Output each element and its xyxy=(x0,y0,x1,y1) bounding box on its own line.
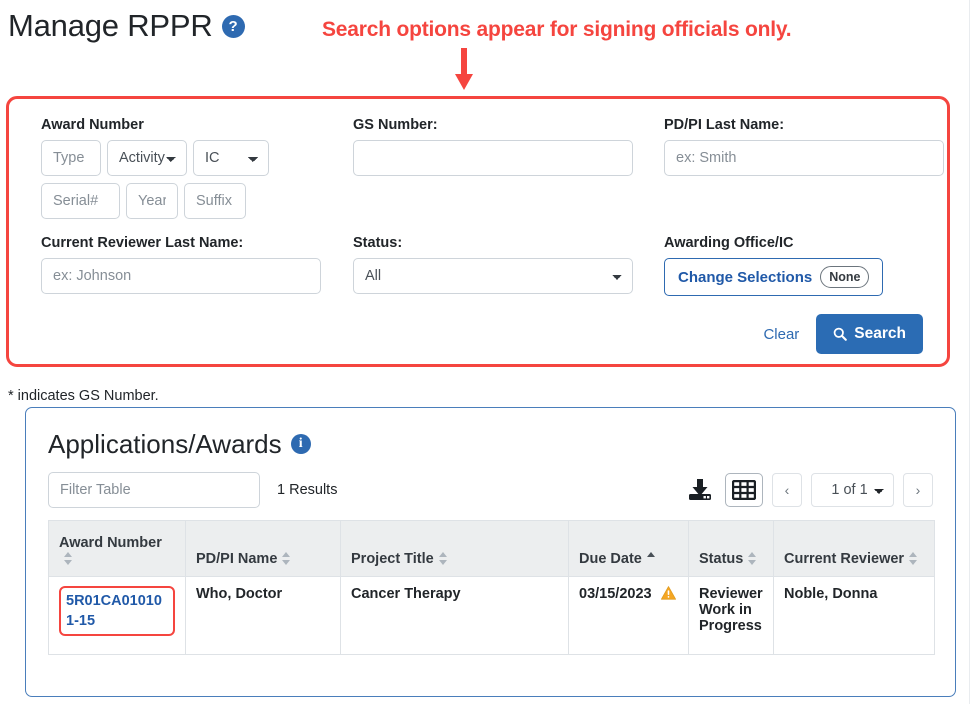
current-reviewer-input[interactable] xyxy=(41,258,321,294)
search-button-label: Search xyxy=(854,325,906,342)
pdpi-last-name-group: PD/PI Last Name: xyxy=(664,117,944,176)
awarding-office-label: Awarding Office/IC xyxy=(664,235,794,251)
award-number-label: Award Number xyxy=(41,117,144,133)
sort-caret-icon xyxy=(282,552,291,565)
table-toolbar: 1 Results xyxy=(48,472,933,508)
due-date-value: 03/15/2023 xyxy=(579,586,652,602)
award-ic-select[interactable]: IC xyxy=(193,140,269,176)
help-circle-icon[interactable]: ? xyxy=(221,14,245,38)
page-select[interactable]: 1 of 1 xyxy=(811,473,894,507)
table-header-row: Award Number PD/PI Name Project Title Du… xyxy=(48,520,935,577)
sort-caret-icon xyxy=(909,552,918,565)
annotation-text: Search options appear for signing offici… xyxy=(322,18,792,41)
table-view-button[interactable] xyxy=(725,473,763,507)
award-year-input[interactable] xyxy=(126,183,178,219)
applications-awards-panel: Applications/Awards i 1 Results xyxy=(25,407,956,697)
column-header-status[interactable]: Status xyxy=(688,520,774,577)
award-serial-input[interactable] xyxy=(41,183,120,219)
page-title: Manage RPPR xyxy=(8,8,213,43)
clear-button[interactable]: Clear xyxy=(763,326,799,343)
pdpi-last-name-input[interactable] xyxy=(664,140,944,176)
sort-caret-icon xyxy=(64,552,73,565)
column-label: Current Reviewer xyxy=(784,551,905,567)
sort-caret-icon xyxy=(438,552,448,565)
current-reviewer-group: Current Reviewer Last Name: xyxy=(41,235,321,294)
table-row: 5R01CA010101-15 Who, Doctor Cancer Thera… xyxy=(48,576,935,655)
search-actions: Clear Search xyxy=(763,314,923,354)
results-header: Applications/Awards i xyxy=(48,428,933,460)
gs-number-label: GS Number: xyxy=(353,117,438,133)
sort-caret-asc-icon xyxy=(646,552,656,565)
applications-awards-table: Award Number PD/PI Name Project Title Du… xyxy=(48,520,935,655)
award-number-group: Award Number Activity IC xyxy=(41,117,269,219)
next-page-button[interactable]: › xyxy=(903,473,933,507)
column-header-current-reviewer[interactable]: Current Reviewer xyxy=(773,520,935,577)
page-root: Manage RPPR ? Search options appear for … xyxy=(0,0,972,704)
download-button[interactable] xyxy=(684,474,716,506)
award-type-input[interactable] xyxy=(41,140,101,176)
prev-page-button[interactable]: ‹ xyxy=(772,473,802,507)
table-toolbar-right: ‹ 1 of 1 › xyxy=(684,473,933,507)
gs-number-input[interactable] xyxy=(353,140,633,176)
search-button[interactable]: Search xyxy=(816,314,923,354)
column-label: Project Title xyxy=(351,551,434,567)
current-reviewer-label: Current Reviewer Last Name: xyxy=(41,235,244,251)
change-selections-label: Change Selections xyxy=(678,268,813,286)
results-title: Applications/Awards xyxy=(48,429,282,459)
award-number-link[interactable]: 5R01CA010101-15 xyxy=(59,586,175,636)
magnifier-icon xyxy=(833,327,848,341)
sort-caret-icon xyxy=(748,552,757,565)
warning-triangle-icon xyxy=(660,586,676,600)
info-circle-icon[interactable]: i xyxy=(290,434,311,454)
status-label: Status: xyxy=(353,235,403,251)
gs-number-note: * indicates GS Number. xyxy=(8,388,159,404)
cell-award-number: 5R01CA010101-15 xyxy=(48,576,186,655)
pdpi-last-name-label: PD/PI Last Name: xyxy=(664,117,785,133)
download-icon xyxy=(689,479,711,500)
status-select[interactable]: All xyxy=(353,258,633,294)
filter-table-input[interactable] xyxy=(48,472,260,508)
change-selections-button[interactable]: Change Selections None xyxy=(664,258,884,296)
column-header-project-title[interactable]: Project Title xyxy=(340,520,569,577)
page-edge-divider xyxy=(969,0,970,704)
column-label: Award Number xyxy=(59,535,162,551)
column-label: Status xyxy=(699,551,744,567)
cell-current-reviewer: Noble, Donna xyxy=(773,576,935,655)
selections-count-badge: None xyxy=(820,266,870,288)
page-header: Manage RPPR ? xyxy=(8,6,245,46)
award-activity-select[interactable]: Activity xyxy=(107,140,187,176)
award-suffix-input[interactable] xyxy=(184,183,246,219)
column-header-pdpi-name[interactable]: PD/PI Name xyxy=(185,520,341,577)
award-number-highlight: 5R01CA010101-15 xyxy=(59,586,175,636)
column-header-award-number[interactable]: Award Number xyxy=(48,520,186,577)
cell-project-title: Cancer Therapy xyxy=(340,576,569,655)
awarding-office-group: Awarding Office/IC Change Selections Non… xyxy=(664,235,884,296)
column-header-due-date[interactable]: Due Date xyxy=(568,520,689,577)
table-grid-icon xyxy=(732,480,756,500)
search-options-panel: Award Number Activity IC xyxy=(6,96,950,367)
column-label: Due Date xyxy=(579,551,642,567)
arrow-down-icon xyxy=(455,48,473,90)
results-count: 1 Results xyxy=(277,482,338,498)
status-group: Status: All xyxy=(353,235,633,294)
cell-pdpi-name: Who, Doctor xyxy=(185,576,341,655)
column-label: PD/PI Name xyxy=(196,551,278,567)
cell-status: Reviewer Work in Progress xyxy=(688,576,774,655)
gs-number-group: GS Number: xyxy=(353,117,633,176)
cell-due-date: 03/15/2023 xyxy=(568,576,689,655)
